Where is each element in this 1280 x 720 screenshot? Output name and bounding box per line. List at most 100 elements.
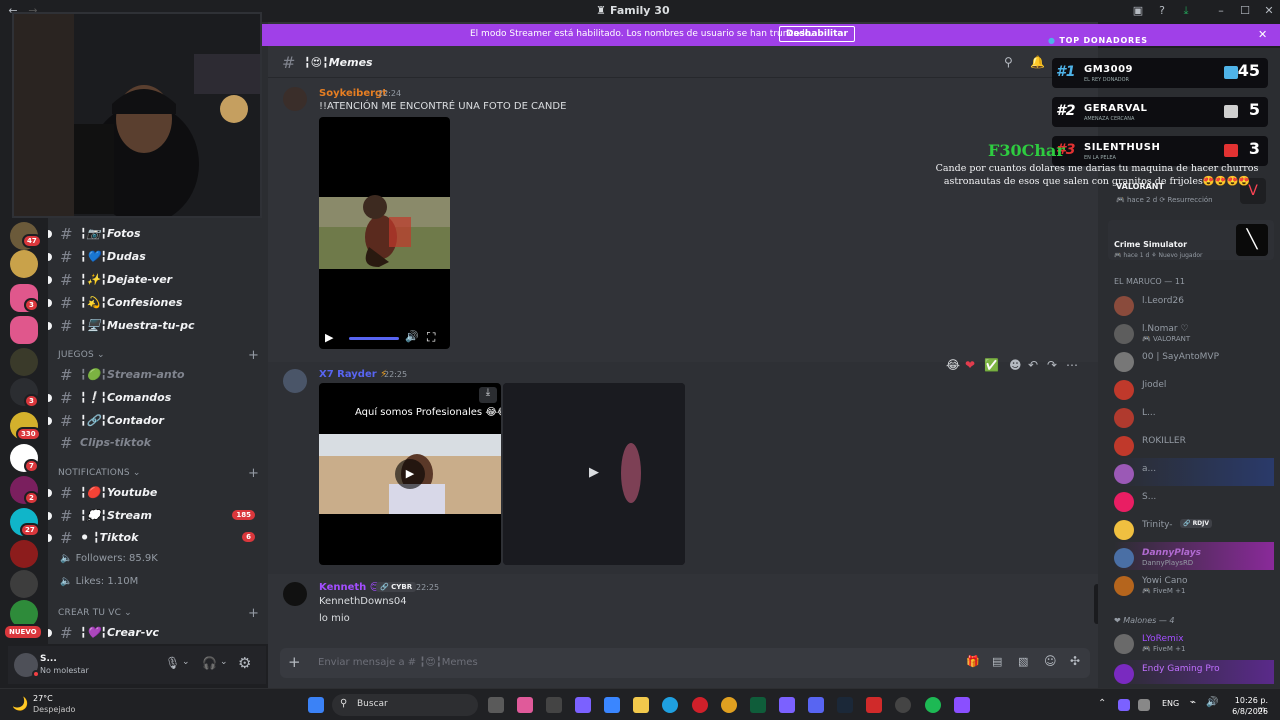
- category-crear-vc[interactable]: CREAR TU VC ⌄ +: [58, 606, 259, 621]
- app-icon[interactable]: [866, 697, 882, 713]
- avatar[interactable]: [283, 369, 307, 393]
- fullscreen-icon[interactable]: ⛶: [427, 330, 435, 345]
- member-item[interactable]: DannyPlays DannyPlaysRD: [1114, 546, 1274, 568]
- channel-tiktok[interactable]: # ⚫ ╏Tiktok 6: [48, 528, 263, 548]
- category-notifications[interactable]: NOTIFICATIONS ⌄ +: [58, 466, 259, 481]
- voice-channel-followers[interactable]: 🔈 Followers: 85.9K: [60, 553, 158, 564]
- discord-icon[interactable]: [808, 697, 824, 713]
- obs-icon[interactable]: [895, 697, 911, 713]
- chevron-down-icon[interactable]: ⌄: [220, 657, 228, 667]
- channel-crear-vc[interactable]: # ╏💜╏Crear-vc: [48, 623, 263, 643]
- member-item[interactable]: 00 | SayAntoMVP: [1114, 350, 1274, 372]
- threads-icon[interactable]: ⚲: [1004, 55, 1013, 69]
- app-icon[interactable]: [546, 697, 562, 713]
- add-channel-icon[interactable]: +: [248, 466, 259, 481]
- member-item[interactable]: S...: [1114, 490, 1274, 512]
- member-item[interactable]: LYoRemix 🎮 FiveM +1: [1114, 632, 1274, 654]
- channel-muestra-tu-pc[interactable]: # ╏🖥️╏Muestra-tu-pc: [48, 316, 263, 336]
- channel-dudas[interactable]: # ╏💙╏Dudas: [48, 247, 263, 267]
- avatar[interactable]: [283, 87, 307, 111]
- windows-start-icon[interactable]: [308, 697, 324, 713]
- tray-icon[interactable]: [1118, 699, 1130, 711]
- add-reaction-icon[interactable]: ☻: [1009, 358, 1022, 372]
- download-icon[interactable]: ⤓: [479, 387, 497, 403]
- tray-icon[interactable]: [1138, 699, 1150, 711]
- teams-icon[interactable]: [575, 697, 591, 713]
- volume-icon[interactable]: 🔊: [1206, 697, 1218, 708]
- channel-contador[interactable]: # ╏🔗╏Contador: [48, 411, 263, 431]
- app-icon[interactable]: [750, 697, 766, 713]
- reply-icon[interactable]: ↶: [1028, 358, 1038, 372]
- channel-fotos[interactable]: # ╏📷╏Fotos: [48, 224, 263, 244]
- disable-streamer-button[interactable]: Deshabilitar: [779, 26, 855, 42]
- server-icon[interactable]: [10, 348, 38, 376]
- forward-icon[interactable]: ↷: [1047, 358, 1057, 372]
- member-item[interactable]: ROKILLER: [1114, 434, 1274, 456]
- gif-icon[interactable]: ▤: [992, 655, 1002, 668]
- message-author[interactable]: X7 Rayder ⚡: [319, 369, 387, 380]
- taskbar-search[interactable]: ⚲ Buscar: [332, 694, 478, 716]
- activity-card[interactable]: Crime Simulator 🎮 hace 1 d ⚘ Nuevo jugad…: [1108, 220, 1274, 260]
- network-icon[interactable]: ⌁: [1190, 697, 1196, 708]
- chrome-icon[interactable]: [721, 697, 737, 713]
- member-item[interactable]: l.Leord26: [1114, 294, 1274, 316]
- member-item[interactable]: Yowi Cano 🎮 FiveM +1: [1114, 574, 1274, 596]
- member-item[interactable]: Jiodel: [1114, 378, 1274, 400]
- copilot-icon[interactable]: [517, 697, 533, 713]
- channel-comandos[interactable]: # ╏❕╏Comandos: [48, 388, 263, 408]
- opera-icon[interactable]: [692, 697, 708, 713]
- file-explorer-icon[interactable]: [633, 697, 649, 713]
- laugh-emoji-icon[interactable]: 😂: [946, 358, 960, 372]
- apps-icon[interactable]: ✣: [1070, 654, 1080, 668]
- add-channel-icon[interactable]: +: [248, 606, 259, 621]
- heart-icon[interactable]: ❤: [965, 358, 975, 372]
- spotify-icon[interactable]: [925, 697, 941, 713]
- member-item[interactable]: Endy Gaming Pro: [1114, 662, 1274, 684]
- app-icon[interactable]: [954, 697, 970, 713]
- emoji-icon[interactable]: ☺: [1044, 654, 1057, 668]
- member-item[interactable]: Trinity- 🔗 RDJV: [1114, 518, 1274, 540]
- avatar[interactable]: [283, 582, 307, 606]
- server-icon[interactable]: [10, 250, 38, 278]
- member-item[interactable]: l.Nomar ♡ 🎮 VALORANT: [1114, 322, 1274, 344]
- microphone-icon[interactable]: 🎙: [165, 656, 180, 670]
- maximize-icon[interactable]: ☐: [1238, 4, 1252, 18]
- task-view-icon[interactable]: [488, 697, 504, 713]
- message-input[interactable]: Enviar mensaje a # ╏😍╏Memes: [318, 657, 478, 668]
- help-icon[interactable]: ?: [1155, 4, 1169, 18]
- member-item[interactable]: L...: [1114, 406, 1274, 428]
- app-icon[interactable]: [779, 697, 795, 713]
- channel-dejate-ver[interactable]: # ╏✨╏Dejate-ver: [48, 270, 263, 290]
- server-icon[interactable]: [10, 316, 38, 344]
- close-icon[interactable]: ✕: [1262, 4, 1276, 18]
- video-player[interactable]: ▶ 🔊 ⛶: [319, 117, 450, 349]
- channel-confesiones[interactable]: # ╏💫╏Confesiones: [48, 293, 263, 313]
- member-item[interactable]: a...: [1114, 462, 1274, 484]
- message-author[interactable]: Kenneth 😊: [319, 582, 380, 593]
- volume-icon[interactable]: 🔊: [405, 330, 419, 343]
- steam-icon[interactable]: [837, 697, 853, 713]
- edge-icon[interactable]: [662, 697, 678, 713]
- inbox-icon[interactable]: ▣: [1131, 4, 1145, 18]
- channel-stream[interactable]: # ╏💭╏Stream 185: [48, 506, 263, 526]
- add-attachment-icon[interactable]: +: [288, 653, 301, 671]
- headphones-icon[interactable]: 🎧: [202, 656, 217, 670]
- weather-icon[interactable]: 🌙: [12, 697, 28, 712]
- video-attachment[interactable]: ▶: [503, 383, 685, 565]
- download-icon[interactable]: ⤓: [1179, 4, 1193, 18]
- server-icon[interactable]: [10, 570, 38, 598]
- clock-date[interactable]: 6/8/2026: [1222, 707, 1268, 716]
- server-icon[interactable]: [10, 540, 38, 568]
- close-banner-icon[interactable]: ✕: [1258, 28, 1267, 41]
- message-composer[interactable]: + Enviar mensaje a # ╏😍╏Memes 🎁 ▤ ▧ ☺ ✣: [280, 648, 1090, 678]
- minimize-icon[interactable]: –: [1214, 4, 1228, 18]
- chevron-up-icon[interactable]: ⌃: [1098, 698, 1106, 709]
- volume-slider[interactable]: [349, 337, 399, 340]
- add-channel-icon[interactable]: +: [248, 348, 259, 363]
- channel-youtube[interactable]: # ╏🔴╏Youtube: [48, 483, 263, 503]
- bell-icon[interactable]: 🔔: [1030, 55, 1045, 69]
- gear-icon[interactable]: ⚙: [238, 654, 251, 672]
- play-icon[interactable]: ▶: [589, 465, 599, 480]
- gift-icon[interactable]: 🎁: [966, 655, 980, 668]
- channel-clips-tiktok[interactable]: # Clips-tiktok: [58, 433, 263, 453]
